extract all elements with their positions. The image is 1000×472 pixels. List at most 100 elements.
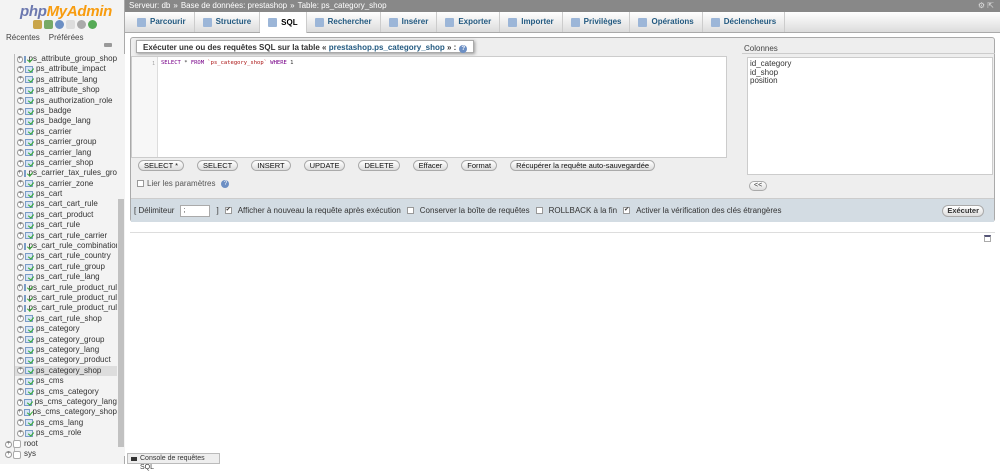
expand-icon[interactable]: +	[17, 315, 24, 323]
reload-icon[interactable]	[88, 20, 97, 29]
sidebar-table-item[interactable]: + ps_category_lang	[15, 345, 117, 355]
expand-icon[interactable]: +	[17, 294, 23, 302]
sidebar-table-item[interactable]: + ps_cms_category_lang	[15, 397, 117, 407]
sidebar-table-item[interactable]: + ps_attribute_lang	[15, 75, 117, 85]
expand-icon[interactable]: +	[17, 76, 24, 84]
sql-editor[interactable]: 1 SELECT * FROM `ps_category_shop` WHERE…	[131, 56, 727, 158]
sidebar-table-item[interactable]: + ps_cms_role	[15, 428, 117, 438]
expand-icon[interactable]: +	[17, 221, 24, 229]
expand-icon[interactable]: +	[17, 201, 24, 209]
column-option[interactable]: id_category	[750, 59, 990, 69]
delimiter-input[interactable]: ;	[180, 204, 211, 217]
query-button-4[interactable]: DELETE	[358, 160, 400, 171]
expand-icon[interactable]: +	[17, 253, 24, 261]
query-button-7[interactable]: Récupérer la requête auto-sauvegardée	[510, 160, 656, 171]
sidebar-table-item[interactable]: + ps_cart_rule_shop	[15, 314, 117, 324]
sidebar-table-item[interactable]: + ps_attribute_group_shop	[15, 54, 117, 64]
expand-icon[interactable]: +	[17, 118, 24, 126]
expand-icon[interactable]: +	[17, 138, 24, 146]
expand-icon[interactable]: +	[17, 419, 24, 427]
sidebar-table-item[interactable]: + ps_cms_category_shop	[15, 407, 117, 417]
sidebar-table-item[interactable]: + ps_badge	[15, 106, 117, 116]
sidebar-table-item[interactable]: + ps_cart_rule_product_rule_	[15, 293, 117, 303]
sidebar-table-item[interactable]: + ps_cart_rule_group	[15, 262, 117, 272]
settings-icon[interactable]	[77, 20, 86, 29]
expand-icon[interactable]: +	[17, 180, 24, 188]
sidebar-table-item[interactable]: + ps_authorization_role	[15, 96, 117, 106]
help-icon[interactable]: ?	[459, 45, 468, 53]
database-item-root[interactable]: + root	[3, 439, 38, 449]
recent-tables-link[interactable]: Récentes	[6, 33, 40, 42]
breadcrumb-server[interactable]: Serveur: db	[129, 0, 170, 12]
database-item-sys[interactable]: + sys	[3, 449, 38, 459]
expand-icon[interactable]: +	[17, 346, 24, 354]
execute-button[interactable]: Exécuter	[942, 205, 984, 217]
expand-icon[interactable]: +	[17, 336, 24, 344]
expand-icon[interactable]: +	[17, 305, 23, 313]
expand-icon[interactable]: +	[17, 55, 23, 63]
query-button-2[interactable]: INSERT	[251, 160, 291, 171]
sidebar-table-item[interactable]: + ps_cms_category	[15, 387, 117, 397]
expand-icon[interactable]: +	[17, 242, 23, 250]
column-option[interactable]: id_shop	[750, 68, 990, 78]
sidebar-table-item[interactable]: + ps_attribute_shop	[15, 85, 117, 95]
query-button-5[interactable]: Effacer	[412, 160, 449, 171]
sidebar-table-item[interactable]: + ps_carrier	[15, 127, 117, 137]
expand-icon[interactable]: +	[17, 284, 23, 292]
sidebar-table-item[interactable]: + ps_category_shop	[15, 365, 117, 377]
tab-sql[interactable]: SQL	[260, 12, 307, 33]
bind-params-checkbox[interactable]	[137, 180, 144, 187]
tab-privileges[interactable]: Privilèges	[563, 12, 631, 32]
column-option[interactable]: position	[750, 76, 990, 86]
expand-icon[interactable]: +	[17, 408, 23, 416]
expand-icon[interactable]: +	[17, 128, 24, 136]
tab-structure[interactable]: Structure	[195, 12, 261, 32]
sidebar-table-item[interactable]: + ps_cart_rule_carrier	[15, 231, 117, 241]
expand-icon[interactable]: +	[17, 97, 24, 105]
foreign-key-check-checkbox[interactable]: ✔	[623, 207, 631, 214]
tab-rechercher[interactable]: Rechercher	[307, 12, 381, 32]
help-icon[interactable]	[55, 20, 64, 29]
settings-gear-icon[interactable]: ⚙ ⇱	[978, 0, 994, 12]
expand-icon[interactable]: +	[17, 66, 24, 74]
query-button-0[interactable]: SELECT *	[138, 160, 185, 171]
sidebar-table-item[interactable]: + ps_badge_lang	[15, 116, 117, 126]
expand-icon[interactable]: +	[17, 325, 24, 333]
sidebar-table-item[interactable]: + ps_cart	[15, 189, 117, 199]
tab-declencheurs[interactable]: Déclencheurs	[703, 12, 786, 32]
expand-icon[interactable]: +	[17, 429, 24, 437]
logout-icon[interactable]	[44, 20, 53, 29]
rollback-checkbox[interactable]	[535, 207, 543, 214]
sidebar-scrollbar[interactable]	[117, 54, 125, 456]
breadcrumb-database[interactable]: Base de données: prestashop	[181, 0, 287, 12]
query-button-3[interactable]: UPDATE	[303, 160, 346, 171]
docs-icon[interactable]	[66, 20, 75, 29]
sidebar-table-item[interactable]: + ps_cart_product	[15, 210, 117, 220]
sidebar-table-item[interactable]: + ps_carrier_group	[15, 137, 117, 147]
tab-operations[interactable]: Opérations	[630, 12, 703, 32]
expand-icon[interactable]: +	[17, 273, 24, 281]
sidebar-table-item[interactable]: + ps_cart_rule_combination	[15, 241, 117, 251]
sidebar-table-item[interactable]: + ps_carrier_shop	[15, 158, 117, 168]
expand-icon[interactable]: +	[17, 263, 24, 271]
link-with-main-panel-icon[interactable]	[104, 43, 112, 47]
keep-query-box-checkbox[interactable]	[406, 207, 414, 214]
tab-parcourir[interactable]: Parcourir	[129, 12, 195, 32]
tab-exporter[interactable]: Exporter	[437, 12, 501, 32]
sidebar-table-item[interactable]: + ps_category_group	[15, 335, 117, 345]
favorite-tables-link[interactable]: Préférées	[49, 33, 84, 42]
expand-icon[interactable]: +	[17, 398, 24, 406]
bookmark-icon[interactable]	[984, 235, 991, 242]
sql-code[interactable]: SELECT * FROM `ps_category_shop` WHERE 1	[161, 60, 293, 66]
breadcrumb-table[interactable]: Table: ps_category_shop	[298, 0, 387, 12]
sidebar-table-item[interactable]: + ps_cart_rule_product_rule	[15, 283, 117, 293]
phpmyadmin-logo[interactable]: phpMyAdmin	[20, 3, 112, 20]
expand-icon[interactable]: +	[17, 367, 24, 375]
tab-importer[interactable]: Importer	[500, 12, 563, 32]
expand-icon[interactable]: +	[17, 169, 23, 177]
sidebar-table-item[interactable]: + ps_carrier_tax_rules_group	[15, 168, 117, 178]
sidebar-table-item[interactable]: + ps_carrier_lang	[15, 148, 117, 158]
sidebar-table-item[interactable]: + ps_cms_lang	[15, 418, 117, 428]
home-icon[interactable]	[33, 20, 42, 29]
expand-icon[interactable]: +	[17, 149, 24, 157]
